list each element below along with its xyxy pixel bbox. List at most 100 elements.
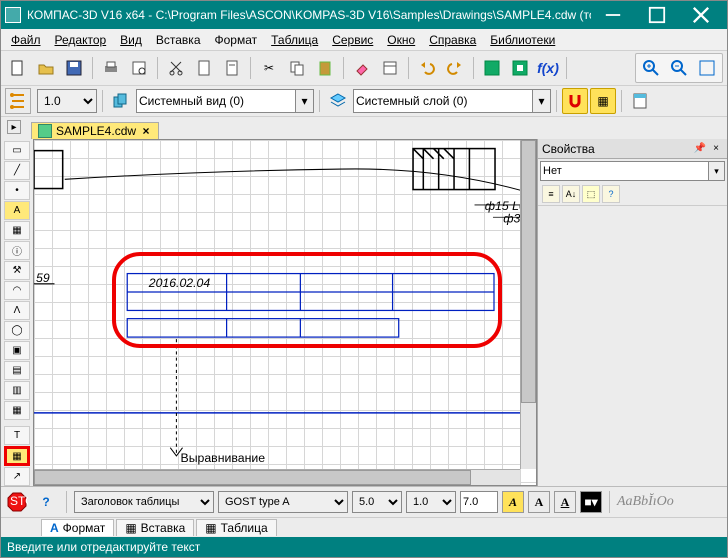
tool-box4[interactable]: ▦ [4, 401, 30, 420]
pin-icon[interactable]: 📌 [693, 142, 707, 156]
underline-button[interactable]: A [554, 491, 576, 513]
italic-button[interactable]: A [502, 491, 524, 513]
size3-input[interactable] [460, 491, 498, 513]
save-button[interactable] [61, 55, 87, 81]
menu-service[interactable]: Сервис [326, 31, 379, 49]
style-select[interactable]: Заголовок таблицы [74, 491, 214, 513]
title-bar: КОМПАС-3D V16 x64 - C:\Program Files\ASC… [1, 1, 727, 29]
snap-options-button[interactable]: ▦ [590, 88, 616, 114]
tool-doc2[interactable] [219, 55, 245, 81]
minimize-button[interactable] [591, 1, 635, 29]
menu-view[interactable]: Вид [114, 31, 148, 49]
document-icon [38, 124, 52, 138]
rp-help-button[interactable]: ? [602, 185, 620, 203]
scissors-button[interactable]: ✂ [256, 55, 282, 81]
fx-button[interactable]: f(x) [535, 55, 561, 81]
manager-button[interactable] [627, 88, 653, 114]
size2-select[interactable]: 1.0 [406, 491, 456, 513]
tab-close-button[interactable]: × [140, 125, 152, 137]
tool-point[interactable]: • [4, 181, 30, 200]
tool-hammer[interactable]: ⚒ [4, 261, 30, 280]
cut-button[interactable] [163, 55, 189, 81]
library2-button[interactable] [507, 55, 533, 81]
properties-type-combo[interactable] [540, 161, 709, 181]
tool-circle[interactable]: ◯ [4, 321, 30, 340]
svg-text:Выравнивание: Выравнивание [181, 451, 266, 465]
bold-button[interactable]: A [528, 491, 550, 513]
clear-button[interactable] [349, 55, 375, 81]
views-button[interactable] [108, 88, 134, 114]
menu-file[interactable]: Файл [5, 31, 47, 49]
scale-select[interactable]: 1.0 [37, 89, 97, 113]
tool-callout[interactable]: ↗ [4, 467, 30, 486]
menu-format[interactable]: Формат [209, 31, 264, 49]
state-toggle[interactable] [5, 88, 31, 114]
vertical-scrollbar[interactable] [520, 140, 536, 469]
rp-tool-3[interactable]: ⬚ [582, 185, 600, 203]
maximize-button[interactable] [635, 1, 679, 29]
zoom-in-button[interactable] [638, 55, 664, 81]
tool-select[interactable]: ▭ [4, 141, 30, 160]
size1-select[interactable]: 5.0 [352, 491, 402, 513]
tool-info[interactable]: ⓘ [4, 241, 30, 260]
color-button[interactable]: ■▾ [580, 491, 602, 513]
chevron-down-icon[interactable]: ▾ [296, 89, 314, 113]
library-button[interactable] [479, 55, 505, 81]
horizontal-scrollbar[interactable] [34, 469, 520, 485]
tool-compass[interactable]: Λ [4, 301, 30, 320]
tool-hatch[interactable]: ▦ [4, 221, 30, 240]
open-button[interactable] [33, 55, 59, 81]
menu-edit[interactable]: Редактор [49, 31, 113, 49]
close-button[interactable] [679, 1, 723, 29]
status-bar: Введите или отредактируйте текст [1, 537, 727, 557]
menu-help[interactable]: Справка [423, 31, 482, 49]
tool-table-highlighted[interactable]: ▦ [4, 446, 30, 466]
redo-button[interactable] [442, 55, 468, 81]
menu-window[interactable]: Окно [381, 31, 421, 49]
menu-insert[interactable]: Вставка [150, 31, 207, 49]
tool-box3[interactable]: ▥ [4, 381, 30, 400]
undo-button[interactable] [414, 55, 440, 81]
tool-arc[interactable]: ◠ [4, 281, 30, 300]
layers-button[interactable] [325, 88, 351, 114]
left-toolbar: ▭ ╱ • A ▦ ⓘ ⚒ ◠ Λ ◯ ▣ ▤ ▥ ▦ T ▦ ↗ [1, 139, 33, 486]
chevron-down-icon[interactable]: ▾ [709, 161, 725, 181]
tool-line[interactable]: ╱ [4, 161, 30, 180]
zoom-out-button[interactable] [666, 55, 692, 81]
layer-combo[interactable]: ▾ [353, 89, 551, 113]
tool-box2[interactable]: ▤ [4, 361, 30, 380]
stop-button[interactable]: STOP [5, 490, 29, 514]
menu-libs[interactable]: Библиотеки [484, 31, 561, 49]
snap-magnet-button[interactable] [562, 88, 588, 114]
print-preview-button[interactable] [126, 55, 152, 81]
panel-title: Свойства [542, 142, 595, 156]
window-title: КОМПАС-3D V16 x64 - C:\Program Files\ASC… [27, 8, 591, 22]
new-button[interactable] [5, 55, 31, 81]
copy-button[interactable] [284, 55, 310, 81]
rp-tool-2[interactable]: A↓ [562, 185, 580, 203]
panel-close-button[interactable]: × [709, 142, 723, 156]
tool-text-t[interactable]: T [4, 426, 30, 445]
document-tab[interactable]: SAMPLE4.cdw × [31, 122, 159, 139]
tool-box1[interactable]: ▣ [4, 341, 30, 360]
prop-tab-table[interactable]: ▦Таблица [196, 519, 276, 536]
document-tab-label: SAMPLE4.cdw [56, 124, 136, 138]
prop-tab-format[interactable]: AФормат [41, 519, 114, 536]
zoom-fit-button[interactable] [694, 55, 720, 81]
font-select[interactable]: GOST type A [218, 491, 348, 513]
rp-tool-1[interactable]: ≡ [542, 185, 560, 203]
tool-text[interactable]: A [4, 201, 30, 220]
view-combo[interactable]: ▾ [136, 89, 314, 113]
tab-expander[interactable]: ▸ [7, 120, 21, 134]
paste-button[interactable] [312, 55, 338, 81]
print-button[interactable] [98, 55, 124, 81]
chevron-down-icon[interactable]: ▾ [533, 89, 551, 113]
prop-tab-insert[interactable]: ▦Вставка [116, 519, 194, 536]
drawing-canvas[interactable]: ф15 L6/к ф32 2016.02.04 [33, 139, 537, 486]
properties-panel: Свойства 📌 × ▾ ≡ A↓ ⬚ ? [537, 139, 727, 486]
properties-button[interactable] [377, 55, 403, 81]
help-button[interactable]: ? [33, 489, 59, 515]
toolbar-main: ✂ f(x) [1, 51, 727, 86]
tool-doc1[interactable] [191, 55, 217, 81]
menu-table[interactable]: Таблица [265, 31, 324, 49]
